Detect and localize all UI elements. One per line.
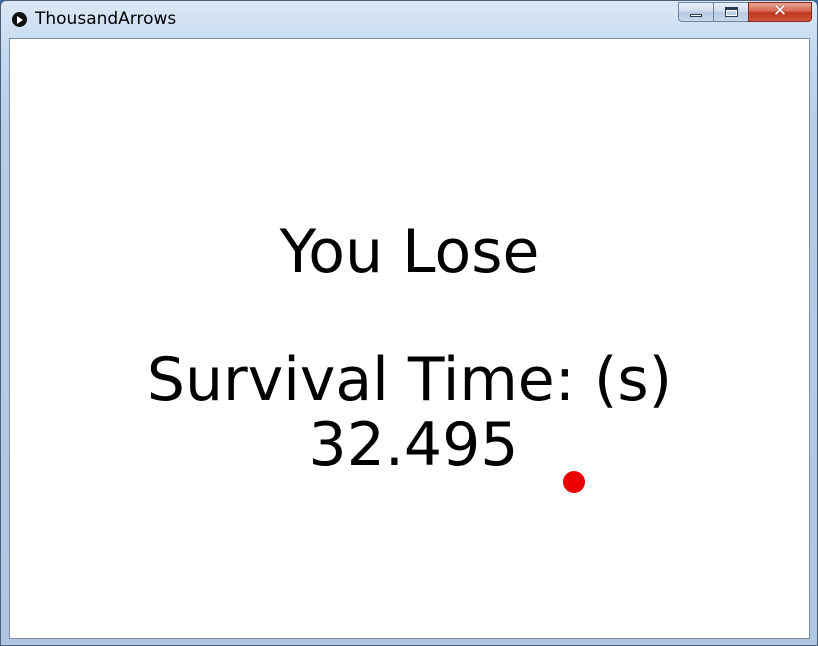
window-title: ThousandArrows (35, 9, 177, 29)
title-bar[interactable]: ThousandArrows ✕ (1, 1, 817, 37)
maximize-button[interactable] (713, 2, 749, 22)
app-play-icon[interactable] (12, 12, 27, 27)
game-over-title: You Lose (279, 217, 540, 287)
maximize-icon (725, 7, 738, 17)
close-button[interactable]: ✕ (748, 1, 812, 22)
minimize-icon (690, 14, 702, 17)
game-canvas[interactable]: You Lose Survival Time: (s) 32.495 (9, 38, 810, 639)
survival-time-value: 32.495 (308, 410, 519, 480)
player-dot (563, 471, 585, 493)
survival-time-label: Survival Time: (s) (146, 345, 673, 415)
close-icon: ✕ (772, 1, 788, 21)
app-window: ThousandArrows ✕ You Lose Survival Time:… (0, 0, 818, 646)
minimize-button[interactable] (678, 2, 714, 22)
